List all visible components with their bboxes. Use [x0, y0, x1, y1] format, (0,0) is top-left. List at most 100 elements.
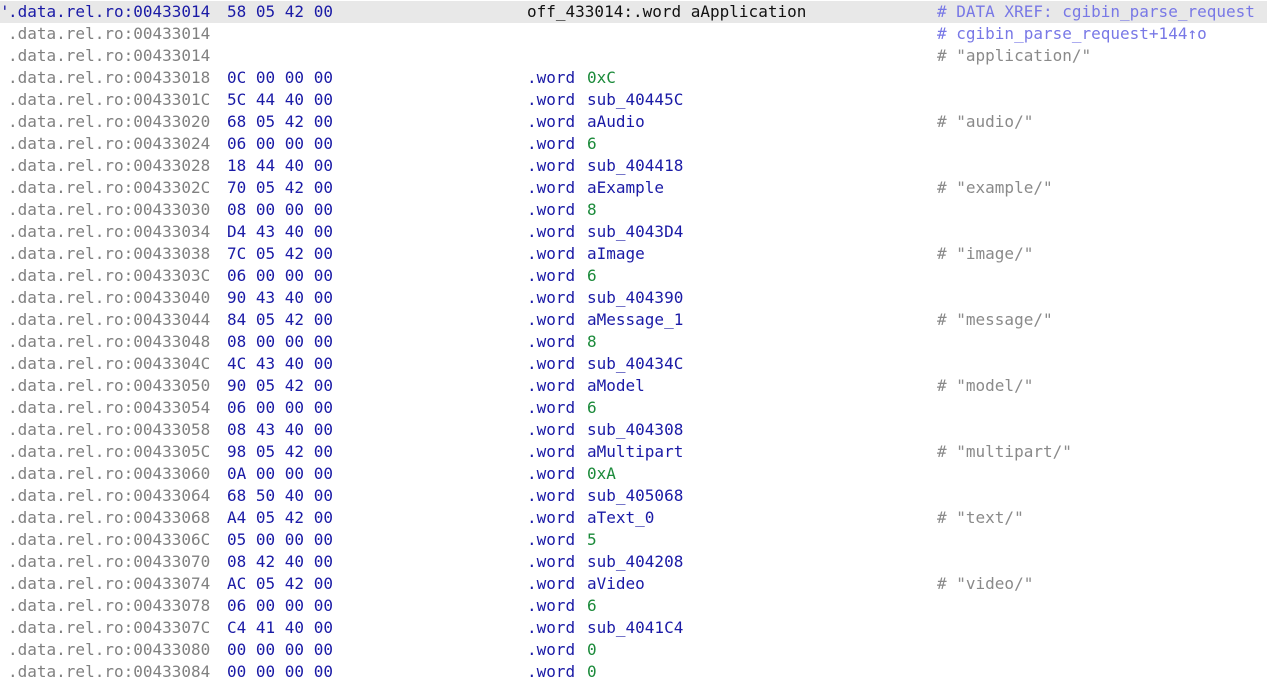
- operand[interactable]: 6: [587, 595, 597, 617]
- listing-row[interactable]: .data.rel.ro:00433054 06 00 00 00 .word 6: [0, 397, 1267, 419]
- mnemonic: .word: [527, 530, 576, 549]
- address: .data.rel.ro:00433028: [8, 156, 211, 175]
- listing-row[interactable]: .data.rel.ro:00433064 68 50 40 00 .word sub…: [0, 485, 1267, 507]
- listing-row[interactable]: .data.rel.ro:0043304C 4C 43 40 00 .word sub…: [0, 353, 1267, 375]
- listing-row[interactable]: .data.rel.ro:00433080 00 00 00 00 .word 0: [0, 639, 1267, 661]
- listing-row[interactable]: .data.rel.ro:00433060 0A 00 00 00 .word 0xA: [0, 463, 1267, 485]
- listing-row[interactable]: .data.rel.ro:0043305C 98 05 42 00 .word aMu…: [0, 441, 1267, 463]
- mnemonic: .word: [527, 222, 576, 241]
- operand[interactable]: sub_404208: [587, 551, 683, 573]
- operand[interactable]: aVideo: [587, 573, 645, 595]
- listing-row[interactable]: .data.rel.ro:00433044 84 05 42 00 .word aMe…: [0, 309, 1267, 331]
- listing-row[interactable]: .data.rel.ro:00433018 0C 00 00 00 .word 0xC: [0, 67, 1267, 89]
- listing-row[interactable]: .data.rel.ro:00433028 18 44 40 00 .word sub…: [0, 155, 1267, 177]
- mnemonic: .word: [527, 420, 576, 439]
- address: .data.rel.ro:0043307C: [8, 618, 211, 637]
- hex-bytes: AC 05 42 00: [227, 574, 333, 593]
- string-comment: # "image/": [937, 244, 1034, 263]
- mnemonic: .word: [527, 618, 576, 637]
- listing-row[interactable]: .data.rel.ro:0043307C C4 41 40 00 .word sub…: [0, 617, 1267, 639]
- listing-row[interactable]: .data.rel.ro:0043303C 06 00 00 00 .word 6: [0, 265, 1267, 287]
- address: .data.rel.ro:00433014: [8, 24, 211, 43]
- listing-row[interactable]: .data.rel.ro:00433048 08 00 00 00 .word 8: [0, 331, 1267, 353]
- listing-row[interactable]: .data.rel.ro:00433070 08 42 40 00 .word sub…: [0, 551, 1267, 573]
- listing-row[interactable]: .data.rel.ro:0043302C 70 05 42 00 .word aEx…: [0, 177, 1267, 199]
- string-comment: # "text/": [937, 508, 1024, 527]
- listing-row-selected[interactable]: ' .data.rel.ro:00433014 58 05 42 00 off_433…: [0, 1, 1267, 23]
- listing-row[interactable]: .data.rel.ro:00433074 AC 05 42 00 .word aVi…: [0, 573, 1267, 595]
- address: .data.rel.ro:00433078: [8, 596, 211, 615]
- mnemonic: .word: [527, 68, 576, 87]
- operand[interactable]: sub_404308: [587, 419, 683, 441]
- operand[interactable]: aExample: [587, 177, 664, 199]
- listing-row[interactable]: .data.rel.ro:00433020 68 05 42 00 .word aAu…: [0, 111, 1267, 133]
- listing-row[interactable]: .data.rel.ro:00433084 00 00 00 00 .word 0: [0, 661, 1267, 683]
- operand[interactable]: aModel: [587, 375, 645, 397]
- operand[interactable]: sub_40434C: [587, 353, 683, 375]
- operand[interactable]: 6: [587, 133, 597, 155]
- operand[interactable]: aAudio: [587, 111, 645, 133]
- hex-bytes: 0A 00 00 00: [227, 464, 333, 483]
- operand[interactable]: sub_404390: [587, 287, 683, 309]
- operand[interactable]: 0xC: [587, 67, 616, 89]
- operand[interactable]: sub_404418: [587, 155, 683, 177]
- listing-row[interactable]: .data.rel.ro:00433034 D4 43 40 00 .word sub…: [0, 221, 1267, 243]
- disassembly-listing[interactable]: ' .data.rel.ro:00433014 58 05 42 00 off_433…: [0, 1, 1267, 683]
- operand[interactable]: 0xA: [587, 463, 616, 485]
- listing-row[interactable]: .data.rel.ro:00433030 08 00 00 00 .word 8: [0, 199, 1267, 221]
- address: .data.rel.ro:00433058: [8, 420, 211, 439]
- operand[interactable]: 0: [587, 661, 597, 683]
- listing-row[interactable]: .data.rel.ro:0043306C 05 00 00 00 .word 5: [0, 529, 1267, 551]
- mnemonic: .word: [527, 640, 576, 659]
- hex-bytes: 84 05 42 00: [227, 310, 333, 329]
- address: .data.rel.ro:00433044: [8, 310, 211, 329]
- hex-bytes: 08 43 40 00: [227, 420, 333, 439]
- operand[interactable]: sub_405068: [587, 485, 683, 507]
- address: .data.rel.ro:0043306C: [8, 530, 211, 549]
- data-label[interactable]: off_433014:.word aApplication: [527, 1, 806, 23]
- operand[interactable]: sub_4043D4: [587, 221, 683, 243]
- hex-bytes: 06 00 00 00: [227, 266, 333, 285]
- address: .data.rel.ro:00433074: [8, 574, 211, 593]
- listing-row[interactable]: .data.rel.ro:00433040 90 43 40 00 .word sub…: [0, 287, 1267, 309]
- hex-bytes: 7C 05 42 00: [227, 244, 333, 263]
- listing-row[interactable]: .data.rel.ro:00433038 7C 05 42 00 .word aIm…: [0, 243, 1267, 265]
- xref-comment: # DATA XREF: cgibin_parse_request: [937, 2, 1255, 21]
- address: .data.rel.ro:00433080: [8, 640, 211, 659]
- listing-row[interactable]: .data.rel.ro:00433078 06 00 00 00 .word 6: [0, 595, 1267, 617]
- string-comment: # "video/": [937, 574, 1034, 593]
- operand[interactable]: aMultipart: [587, 441, 683, 463]
- operand[interactable]: aImage: [587, 243, 645, 265]
- address: .data.rel.ro:00433084: [8, 662, 211, 681]
- operand[interactable]: sub_4041C4: [587, 617, 683, 639]
- listing-row[interactable]: .data.rel.ro:00433068 A4 05 42 00 .word aTe…: [0, 507, 1267, 529]
- listing-row[interactable]: .data.rel.ro:00433014 # "application/": [0, 45, 1267, 67]
- operand[interactable]: 5: [587, 529, 597, 551]
- hex-bytes: 08 42 40 00: [227, 552, 333, 571]
- address: .data.rel.ro:00433024: [8, 134, 211, 153]
- operand[interactable]: 0: [587, 639, 597, 661]
- address: .data.rel.ro:0043302C: [8, 178, 211, 197]
- hex-bytes: 98 05 42 00: [227, 442, 333, 461]
- operand[interactable]: 6: [587, 397, 597, 419]
- string-comment: # "multipart/": [937, 442, 1072, 461]
- listing-row[interactable]: .data.rel.ro:00433024 06 00 00 00 .word 6: [0, 133, 1267, 155]
- mnemonic: .word: [527, 310, 576, 329]
- address: .data.rel.ro:00433054: [8, 398, 211, 417]
- operand[interactable]: aMessage_1: [587, 309, 683, 331]
- operand[interactable]: sub_40445C: [587, 89, 683, 111]
- listing-row[interactable]: .data.rel.ro:00433058 08 43 40 00 .word sub…: [0, 419, 1267, 441]
- operand[interactable]: 8: [587, 331, 597, 353]
- operand[interactable]: 6: [587, 265, 597, 287]
- mnemonic: .word: [527, 508, 576, 527]
- listing-row[interactable]: .data.rel.ro:00433014 # cgibin_parse_requ…: [0, 23, 1267, 45]
- hex-bytes: 4C 43 40 00: [227, 354, 333, 373]
- string-comment: # "application/": [937, 46, 1092, 65]
- listing-row[interactable]: .data.rel.ro:00433050 90 05 42 00 .word aMo…: [0, 375, 1267, 397]
- address: .data.rel.ro:0043301C: [8, 90, 211, 109]
- listing-row[interactable]: .data.rel.ro:0043301C 5C 44 40 00 .word sub…: [0, 89, 1267, 111]
- operand[interactable]: aText_0: [587, 507, 654, 529]
- hex-bytes: 06 00 00 00: [227, 596, 333, 615]
- operand[interactable]: 8: [587, 199, 597, 221]
- mnemonic: .word: [527, 442, 576, 461]
